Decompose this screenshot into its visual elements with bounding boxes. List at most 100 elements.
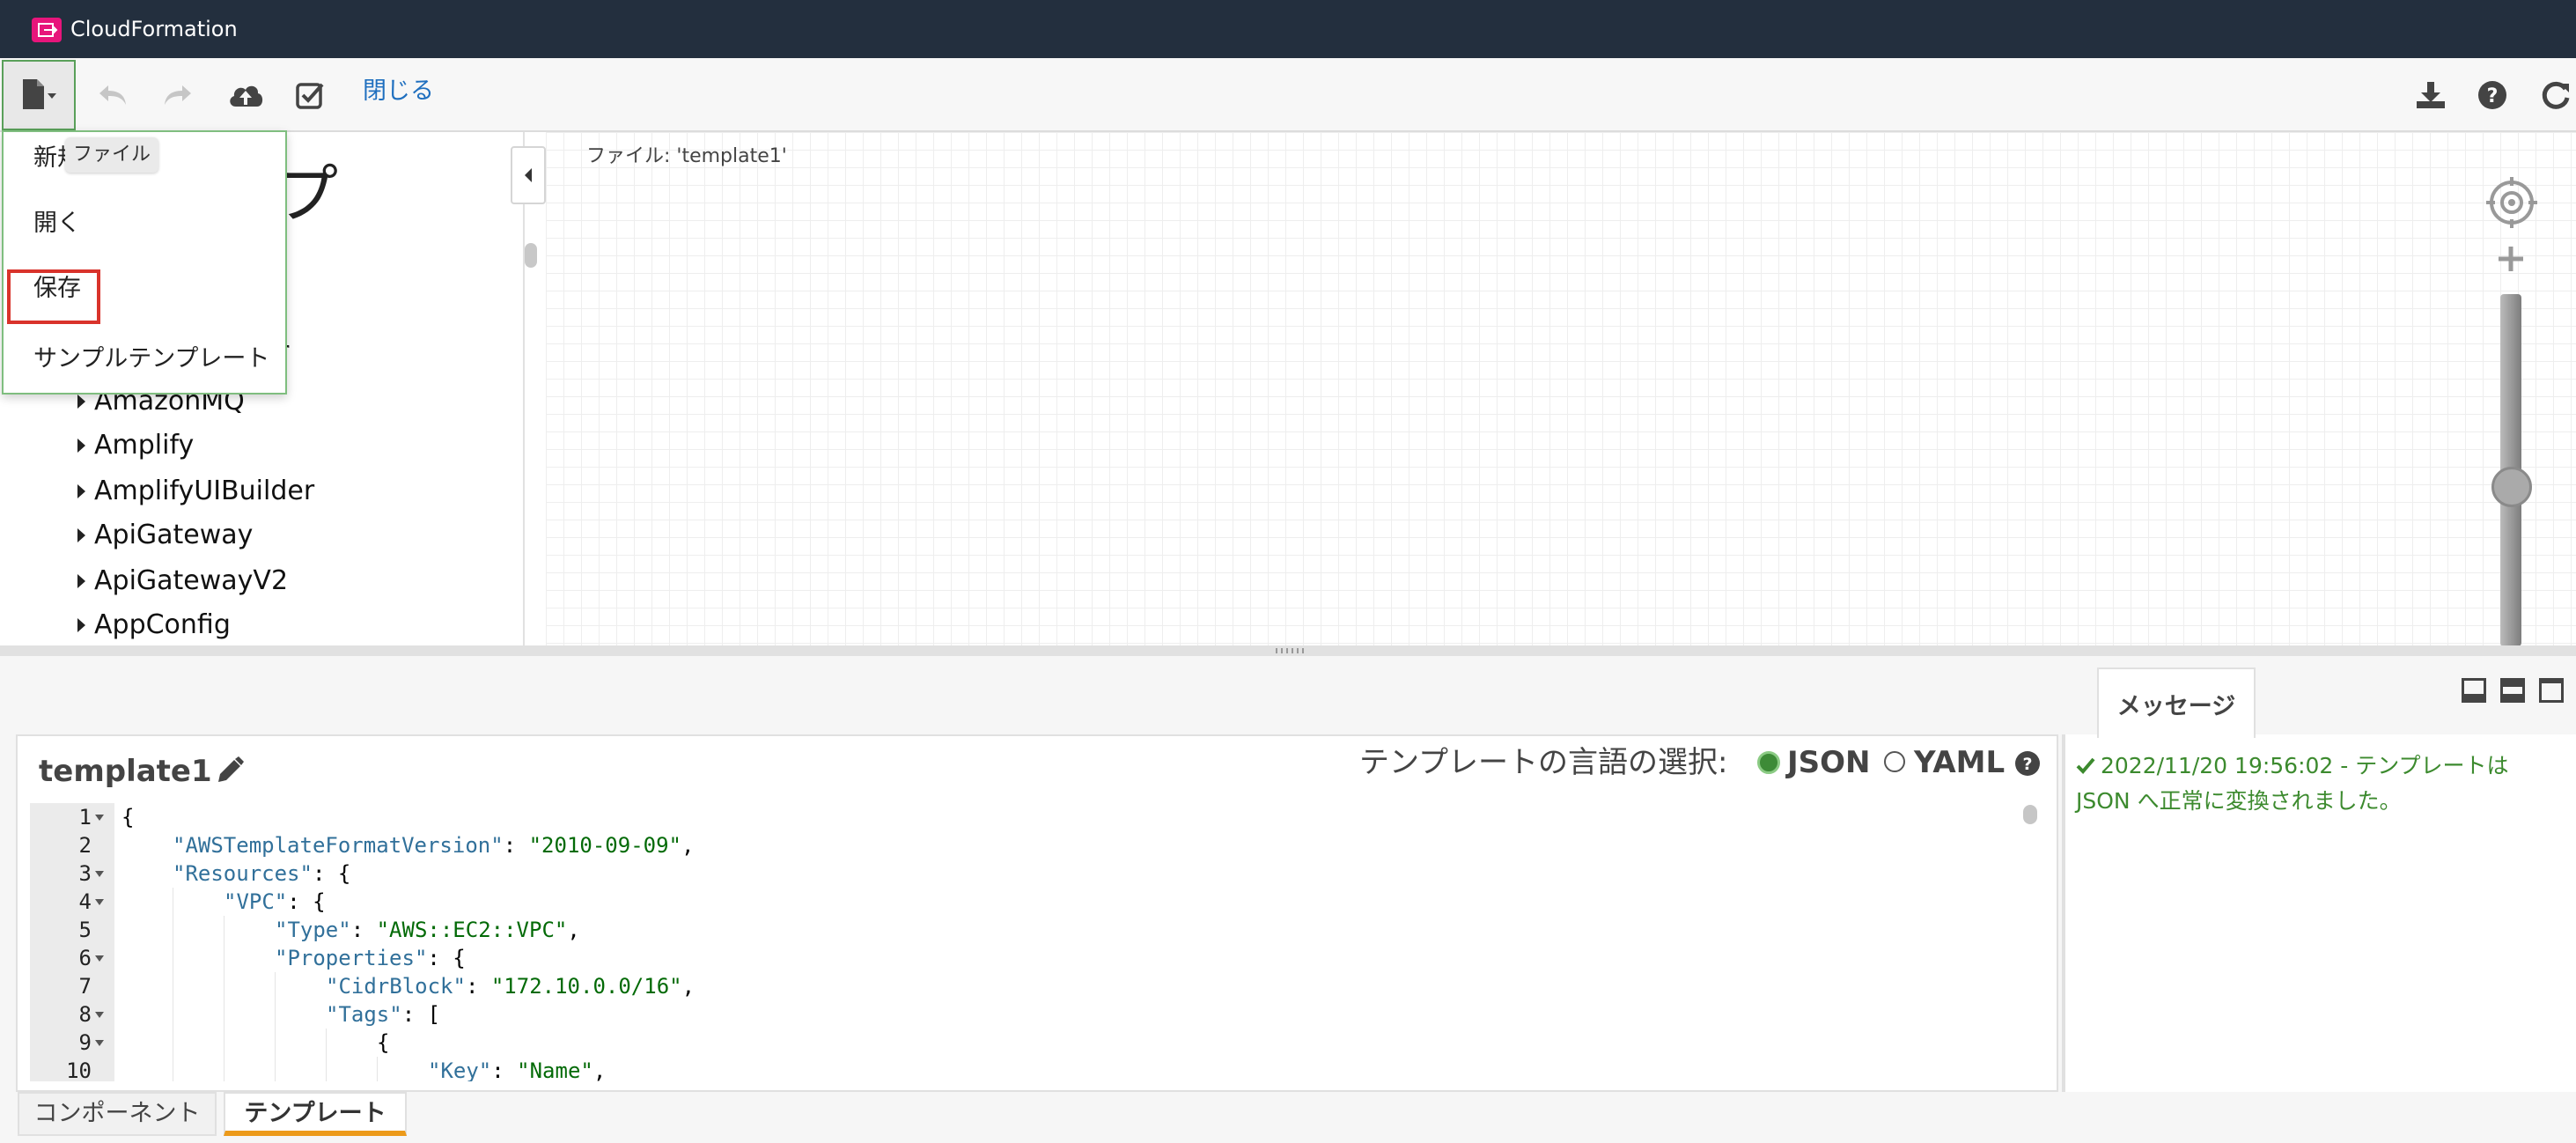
canvas-file-label: ファイル: 'template1' [586,145,787,167]
download-icon [2417,82,2445,108]
layout-split-icon[interactable] [2500,678,2525,703]
line-number: 3 [78,861,92,886]
tab-messages[interactable]: メッセージ [2097,667,2256,738]
line-number: 8 [78,1002,92,1027]
left-panel-scrollbar[interactable] [525,243,537,268]
yaml-radio-label[interactable]: YAML [1914,741,2005,784]
indent-guide [275,972,276,1000]
caret-right-icon[interactable] [77,574,85,588]
code-text: "Type": "AWS::EC2::VPC", [275,916,580,944]
undo-icon [99,85,126,105]
collapse-panel-button[interactable] [511,146,546,204]
code-text: "CidrBlock": "172.10.0.0/16", [326,972,695,1000]
zoom-slider-thumb[interactable] [2491,467,2532,507]
tree-item[interactable]: AmplifyUIBuilder [77,474,314,509]
tree-item-label: AppConfig [94,609,231,640]
json-punctuation: : { [427,946,466,970]
json-punctuation: : { [312,861,351,886]
json-punctuation: { [377,1030,390,1055]
json-key: "AWSTemplateFormatVersion" [173,833,504,858]
cloud-upload-icon [230,85,263,107]
fold-toggle-icon[interactable] [95,955,104,962]
help-button[interactable]: ? [2470,70,2514,120]
redo-button[interactable] [155,70,199,120]
caret-right-icon[interactable] [77,618,85,632]
fold-toggle-icon[interactable] [95,815,104,821]
json-key: "Resources" [173,861,313,886]
edit-name-button[interactable] [215,756,245,785]
line-number: 1 [78,805,92,830]
refresh-button[interactable] [2536,70,2576,120]
language-help-icon[interactable]: ? [2014,750,2041,777]
json-punctuation: : [503,833,529,858]
json-radio[interactable] [1757,751,1780,774]
redo-icon [165,85,191,105]
svg-text:?: ? [2487,85,2499,107]
tree-item[interactable]: AppConfig [77,608,231,643]
code-text: "Properties": { [275,944,466,972]
fold-toggle-icon[interactable] [95,871,104,877]
design-canvas[interactable] [546,132,2576,647]
zoom-in-icon[interactable] [2497,245,2525,273]
message-entry: 2022/11/20 19:56:02 - テンプレートは JSON へ正常に変… [2076,748,2534,819]
layout-bottom-icon[interactable] [2462,678,2486,703]
indent-guide [326,1029,327,1057]
code-line: 7 "CidrBlock": "172.10.0.0/16", [30,972,2046,1000]
json-radio-label[interactable]: JSON [1787,741,1871,784]
tree-item[interactable]: Amplify [77,428,194,463]
code-text: { [121,803,134,831]
fold-toggle-icon[interactable] [95,899,104,905]
line-number: 7 [78,974,92,999]
validate-button[interactable] [287,70,335,120]
tree-item[interactable]: ApiGatewayV2 [77,564,288,599]
json-punctuation: , [681,833,695,858]
download-button[interactable] [2409,70,2453,120]
json-punctuation: : [491,1058,518,1081]
code-editor-scrollbar[interactable] [2023,805,2037,824]
close-link[interactable]: 閉じる [363,74,434,109]
menu-item-sample-templates[interactable]: サンプルテンプレート [33,342,269,377]
upload-button[interactable] [222,70,269,120]
code-line: 9{ [30,1029,2046,1057]
json-punctuation: : [ [401,1002,441,1027]
caret-right-icon[interactable] [77,439,85,453]
json-string: "172.10.0.0/16" [490,974,682,999]
undo-button[interactable] [92,70,136,120]
tree-item-label: ApiGatewayV2 [94,565,289,596]
tab-components[interactable]: コンポーネント [18,1092,217,1136]
code-editor[interactable]: 1 {2 "AWSTemplateFormatVersion": "2010-09-… [30,803,2046,1081]
menu-item-open[interactable]: 開く [33,206,81,241]
json-key: "Tags" [326,1002,402,1027]
code-text: "Resources": { [173,859,350,888]
code-line: 4 "VPC": { [30,888,2046,916]
tree-item-label: Amplify [94,430,195,461]
caret-right-icon[interactable] [77,484,85,498]
help-icon: ? [2478,81,2506,109]
json-punctuation: : [350,918,377,942]
json-string: "Name" [517,1058,593,1081]
tree-item-label: ApiGateway [94,520,254,550]
refresh-icon [2542,81,2570,109]
svg-text:?: ? [2022,755,2032,774]
file-menu-button[interactable] [2,60,76,130]
tree-item[interactable]: ApiGateway [77,518,253,553]
tab-template[interactable]: テンプレート [224,1092,407,1136]
indent-guide [326,1057,327,1081]
fold-toggle-icon[interactable] [95,1012,104,1018]
code-line: 2 "AWSTemplateFormatVersion": "2010-09-09… [30,831,2046,859]
code-line: 8 "Tags": [ [30,1000,2046,1029]
json-key: "Key" [428,1058,492,1081]
indent-guide [275,1057,276,1081]
splitter-grip-icon[interactable] [1273,646,1308,655]
caret-right-icon[interactable] [77,395,85,409]
code-text: "VPC": { [224,888,326,916]
save-highlight-box [7,269,100,324]
fold-toggle-icon[interactable] [95,1040,104,1046]
line-number: 6 [78,946,92,970]
yaml-radio[interactable] [1884,751,1905,772]
layout-maximize-icon[interactable] [2539,678,2564,703]
pencil-icon [218,756,244,782]
template-name: template1 [39,754,212,789]
code-line: 3 "Resources": { [30,859,2046,888]
caret-right-icon[interactable] [77,528,85,542]
